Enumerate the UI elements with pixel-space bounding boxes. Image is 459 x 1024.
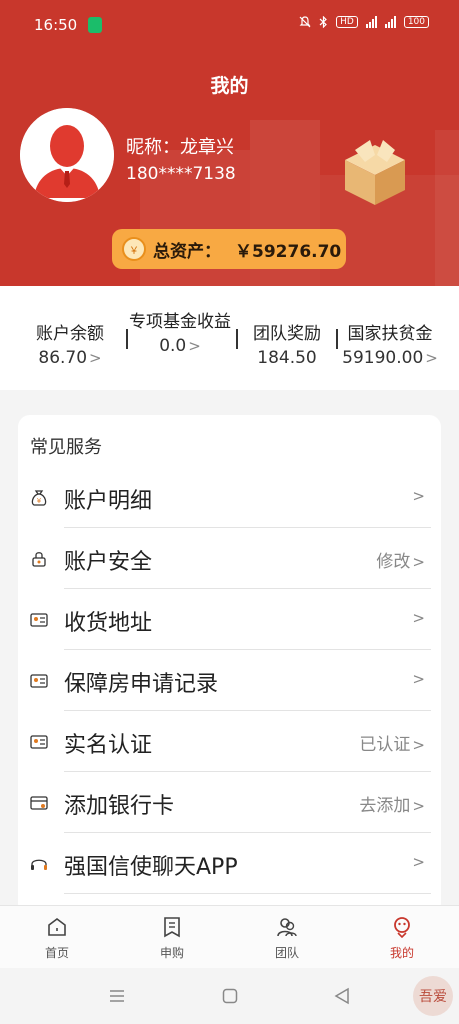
services-card: 常见服务 ¥ 账户明细 > 账户安全 修改 > 收货地址 > 保障房申请记录 >… bbox=[18, 415, 441, 915]
divider bbox=[236, 329, 238, 349]
total-assets-badge[interactable]: ￥ 总资产： ￥59276.70 bbox=[112, 229, 346, 269]
stat-poverty-fund[interactable]: 国家扶贫金 59190.00 > bbox=[340, 322, 440, 370]
home-icon bbox=[48, 918, 66, 936]
total-assets-value: ￥59276.70 bbox=[235, 241, 342, 262]
chevron-right-icon: > bbox=[425, 349, 438, 367]
profile-icon bbox=[394, 917, 410, 938]
chevron-right-icon: > bbox=[412, 853, 425, 871]
stat-label: 账户余额 bbox=[36, 324, 104, 344]
svg-text:¥: ¥ bbox=[37, 497, 42, 505]
chevron-right-icon: > bbox=[412, 609, 425, 627]
chevron-right-icon: > bbox=[412, 553, 425, 571]
divider bbox=[64, 893, 431, 894]
stat-value: 86.70 bbox=[38, 348, 88, 368]
service-label: 收货地址 bbox=[64, 611, 153, 636]
services-title: 常见服务 bbox=[30, 437, 102, 458]
tab-label: 我的 bbox=[389, 946, 414, 960]
stat-label: 国家扶贫金 bbox=[347, 324, 433, 344]
service-label: 账户明细 bbox=[64, 489, 153, 514]
status-icons: HD 100 bbox=[299, 16, 429, 28]
service-label: 保障房申请记录 bbox=[64, 672, 219, 697]
service-status: 去添加 bbox=[359, 796, 411, 816]
money-bag-icon: ¥ bbox=[31, 490, 47, 506]
signal-icon bbox=[365, 16, 377, 28]
service-label: 实名认证 bbox=[64, 733, 153, 758]
system-navigation-bar bbox=[0, 968, 459, 1024]
back-icon[interactable] bbox=[334, 987, 350, 1005]
account-stats: 账户余额 86.70 > 专项基金收益 0.0 > 团队奖励 184.50 国家扶贫… bbox=[0, 286, 459, 390]
home-button-icon[interactable] bbox=[222, 988, 238, 1004]
tab-team[interactable]: 团队 bbox=[257, 916, 317, 961]
avatar[interactable] bbox=[20, 108, 114, 202]
chevron-right-icon: > bbox=[412, 797, 425, 815]
chevron-right-icon: > bbox=[412, 670, 425, 688]
coin-icon: ￥ bbox=[122, 237, 146, 261]
service-housing-records[interactable]: 保障房申请记录 > bbox=[18, 650, 441, 711]
id-card-icon bbox=[30, 613, 48, 627]
stat-account-balance[interactable]: 账户余额 86.70 > bbox=[28, 322, 112, 370]
service-label: 账户安全 bbox=[64, 550, 153, 575]
status-time: 16:50 bbox=[34, 16, 78, 34]
stat-value: 0.0 bbox=[159, 336, 187, 356]
bookmark-icon bbox=[164, 917, 180, 938]
watermark-logo: 吾爱 bbox=[413, 976, 453, 1016]
status-bar: 16:50 HD 100 bbox=[0, 0, 459, 52]
app-notification-icon bbox=[88, 17, 102, 33]
tab-label: 团队 bbox=[274, 946, 299, 960]
stat-label: 团队奖励 bbox=[253, 324, 321, 344]
total-assets-label: 总资产： bbox=[153, 241, 221, 262]
service-chat-app[interactable]: 强国信使聊天APP > bbox=[18, 833, 441, 894]
service-account-security[interactable]: 账户安全 修改 > bbox=[18, 528, 441, 589]
menu-icon[interactable] bbox=[108, 988, 126, 1004]
service-add-bank-card[interactable]: 添加银行卡 去添加 > bbox=[18, 772, 441, 833]
chevron-right-icon: > bbox=[89, 349, 102, 367]
chevron-right-icon: > bbox=[412, 736, 425, 754]
service-status: 已认证 bbox=[359, 735, 411, 755]
tab-label: 首页 bbox=[44, 946, 69, 960]
stat-label: 专项基金收益 bbox=[129, 312, 231, 332]
stat-fund-income[interactable]: 专项基金收益 0.0 > bbox=[128, 310, 232, 358]
nickname: 昵称：龙章兴 bbox=[126, 137, 234, 158]
gift-box-icon bbox=[345, 140, 405, 205]
chevron-right-icon: > bbox=[188, 337, 201, 355]
bank-card-icon bbox=[30, 796, 48, 810]
signal-icon bbox=[384, 16, 396, 28]
profile-header: 16:50 HD 100 我的 昵称：龙章兴 180****7138 ￥ 总资产… bbox=[0, 0, 459, 286]
stat-team-reward[interactable]: 团队奖励 184.50 bbox=[244, 322, 330, 370]
divider bbox=[336, 329, 338, 349]
tab-subscribe[interactable]: 申购 bbox=[142, 916, 202, 961]
service-label: 添加银行卡 bbox=[64, 794, 175, 819]
user-avatar-icon bbox=[20, 108, 114, 202]
mute-bell-icon bbox=[299, 16, 311, 28]
service-label: 强国信使聊天APP bbox=[64, 855, 238, 880]
service-real-name-verification[interactable]: 实名认证 已认证 > bbox=[18, 711, 441, 772]
bottom-tab-bar: 首页 申购 团队 我的 bbox=[0, 905, 459, 968]
id-card-icon bbox=[30, 674, 48, 688]
tab-home[interactable]: 首页 bbox=[27, 916, 87, 961]
battery-icon: 100 bbox=[403, 16, 429, 28]
lock-icon bbox=[32, 552, 46, 567]
page-title: 我的 bbox=[210, 75, 249, 97]
background-building bbox=[435, 130, 459, 286]
phone-number: 180****7138 bbox=[126, 164, 236, 184]
id-card-icon bbox=[30, 735, 48, 749]
tab-label: 申购 bbox=[159, 946, 184, 960]
headset-icon bbox=[31, 859, 47, 870]
service-status: 修改 bbox=[376, 552, 411, 572]
team-icon bbox=[277, 918, 297, 937]
chevron-right-icon: > bbox=[412, 487, 425, 505]
hd-badge: HD bbox=[336, 16, 358, 28]
stat-value: 184.50 bbox=[257, 348, 317, 368]
stat-value: 59190.00 bbox=[342, 348, 424, 368]
bluetooth-icon bbox=[319, 16, 327, 28]
service-shipping-address[interactable]: 收货地址 > bbox=[18, 589, 441, 650]
tab-profile[interactable]: 我的 bbox=[372, 916, 432, 961]
service-account-details[interactable]: ¥ 账户明细 > bbox=[18, 467, 441, 528]
